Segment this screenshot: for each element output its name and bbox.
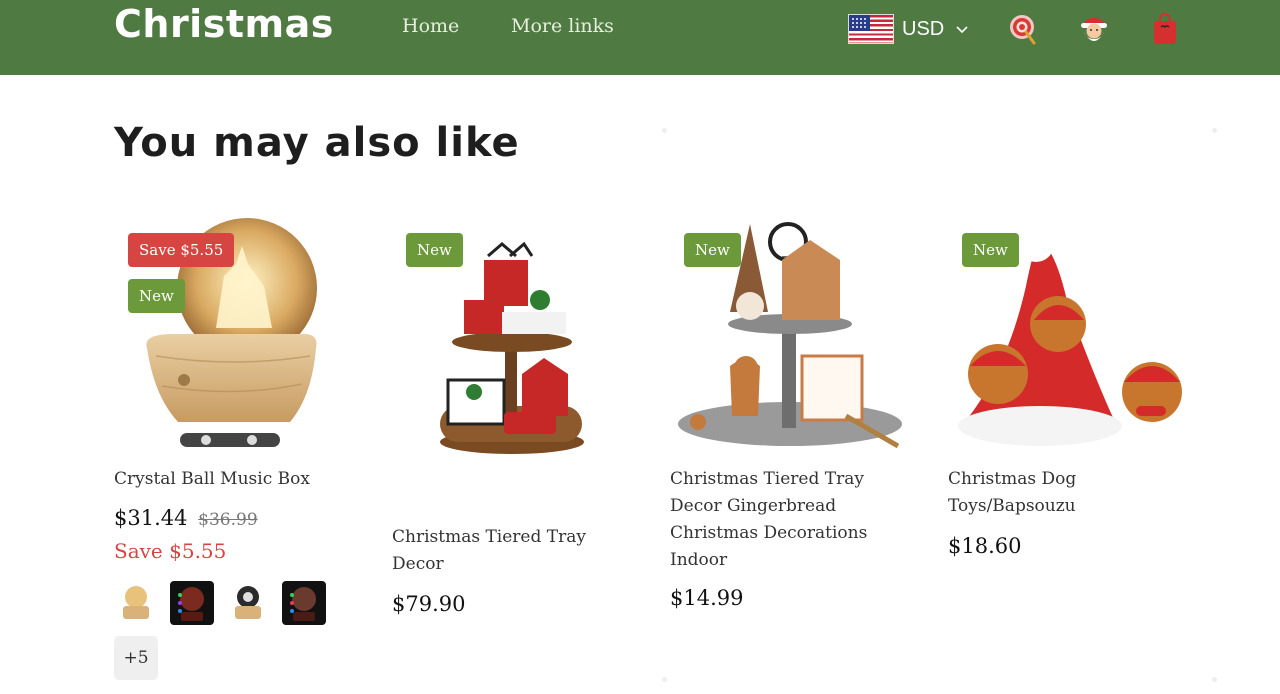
currency-selector[interactable]: USD	[848, 12, 968, 46]
brand-logo[interactable]: Christmas	[114, 2, 334, 46]
swatch-option[interactable]	[282, 581, 326, 625]
product-price: $14.99	[670, 586, 744, 610]
site-header: Christmas Home More links USD	[0, 0, 1280, 75]
decorative-dot	[662, 128, 667, 133]
product-title[interactable]: Christmas Tiered Tray Decor	[392, 524, 622, 578]
product-image[interactable]: New	[948, 216, 1186, 456]
shopping-bag-icon[interactable]	[1150, 12, 1180, 46]
product-price: $31.44 $36.99	[114, 506, 258, 530]
chevron-down-icon	[956, 26, 968, 34]
color-swatches	[114, 581, 326, 625]
product-image[interactable]: Save $5.55 New	[114, 216, 352, 456]
decorative-dot	[1212, 677, 1217, 682]
product-image[interactable]: New	[392, 216, 630, 456]
product-title[interactable]: Christmas Tiered Tray Decor Gingerbread …	[670, 466, 900, 574]
us-flag-icon	[848, 14, 894, 44]
swatch-option[interactable]	[226, 581, 270, 625]
product-price: $79.90	[392, 592, 466, 616]
product-price: $18.60	[948, 534, 1022, 558]
more-swatches-button[interactable]: +5	[114, 636, 158, 680]
currency-code: USD	[902, 17, 945, 40]
nav-link-more-links[interactable]: More links	[511, 15, 614, 37]
product-image[interactable]: New	[670, 216, 908, 456]
product-card-gingerbread-tray[interactable]: New Christmas Tiered Tray Decor Gingerbr…	[670, 216, 908, 610]
decorative-dot	[1212, 128, 1217, 133]
product-title[interactable]: Crystal Ball Music Box	[114, 466, 344, 493]
new-badge: New	[684, 233, 741, 267]
new-badge: New	[962, 233, 1019, 267]
swatch-option[interactable]	[114, 581, 158, 625]
save-amount-text: Save $5.55	[114, 539, 227, 563]
decorative-dot	[662, 677, 667, 682]
new-badge: New	[406, 233, 463, 267]
santa-icon[interactable]	[1079, 12, 1109, 46]
sale-price: $31.44	[114, 506, 188, 530]
nav-link-home[interactable]: Home	[402, 15, 459, 37]
product-card-dog-toys[interactable]: New Christmas Dog Toys/Bapsouzu $18.60	[948, 216, 1186, 558]
section-title: You may also like	[114, 120, 520, 166]
target-icon[interactable]	[1008, 12, 1038, 46]
product-card-tiered-tray[interactable]: New Christmas Tiered Tray Decor $79.90	[392, 216, 630, 616]
compare-at-price: $36.99	[198, 510, 258, 530]
new-badge: New	[128, 279, 185, 313]
product-title[interactable]: Christmas Dog Toys/Bapsouzu	[948, 466, 1178, 520]
save-badge: Save $5.55	[128, 233, 235, 267]
product-card-crystal-ball[interactable]: Save $5.55 New Crystal Ball Music Box $3…	[114, 216, 352, 680]
swatch-option[interactable]	[170, 581, 214, 625]
